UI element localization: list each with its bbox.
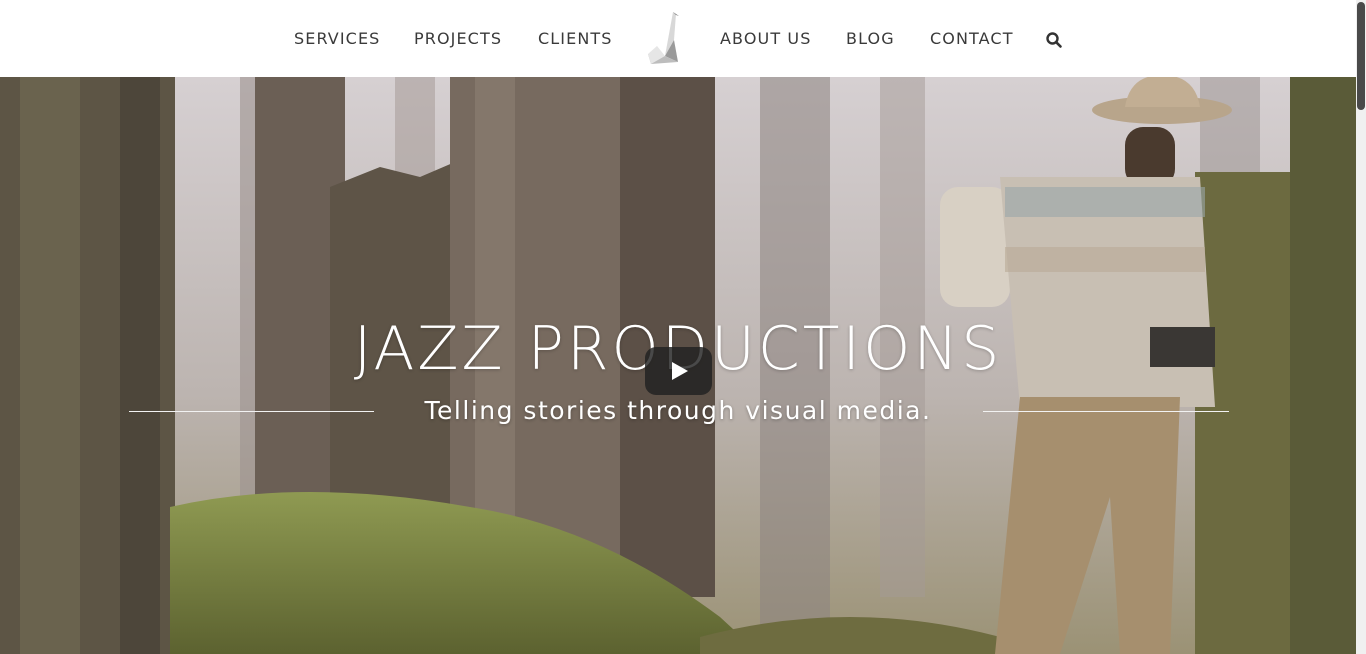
scrollbar-thumb[interactable] <box>1357 2 1365 110</box>
site-header: SERVICES PROJECTS CLIENTS ABOUT US BLOG … <box>0 0 1356 77</box>
hero-banner: JAZZ PRODUCTIONS Telling stories through… <box>0 77 1356 654</box>
search-icon[interactable] <box>1045 31 1063 49</box>
nav-projects[interactable]: PROJECTS <box>414 29 502 48</box>
nav-services[interactable]: SERVICES <box>294 29 380 48</box>
nav-blog[interactable]: BLOG <box>846 29 895 48</box>
nav-clients[interactable]: CLIENTS <box>538 29 613 48</box>
nav-contact[interactable]: CONTACT <box>930 29 1014 48</box>
hero-subtitle: Telling stories through visual media. <box>424 396 932 425</box>
play-icon <box>672 362 688 380</box>
origami-crane-logo[interactable] <box>643 10 691 68</box>
page-scrollbar[interactable] <box>1356 0 1366 654</box>
video-play-button[interactable] <box>645 347 712 395</box>
nav-about-us[interactable]: ABOUT US <box>720 29 811 48</box>
